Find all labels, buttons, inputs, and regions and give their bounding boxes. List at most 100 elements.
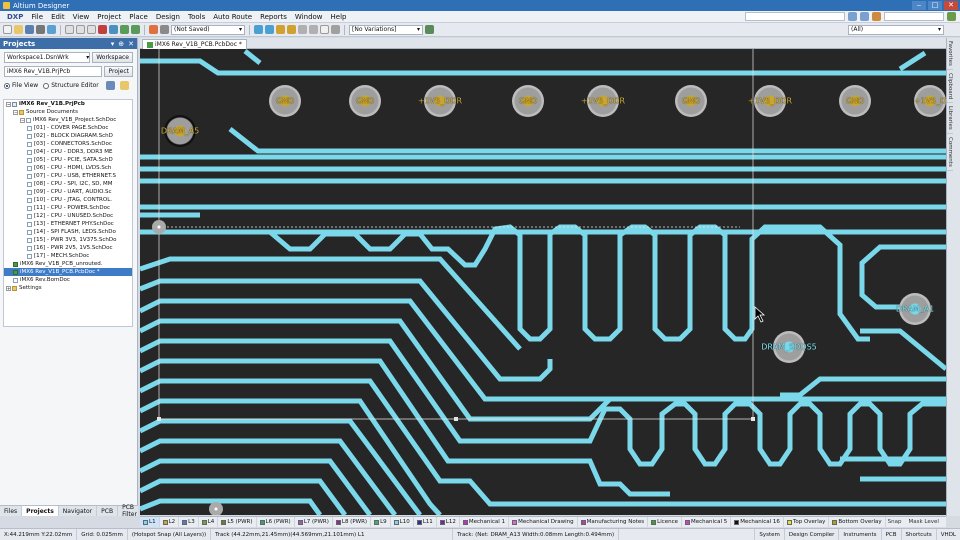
new-document-icon[interactable] (3, 25, 12, 34)
selection-handle[interactable] (157, 417, 161, 421)
diff-pair-icon[interactable] (265, 25, 274, 34)
cross-probe-icon[interactable] (149, 25, 158, 34)
expand-icon[interactable]: + (6, 285, 11, 291)
tree-item[interactable]: iMX6 Rev_V1B_PCB_unrouted. (4, 260, 132, 268)
maximize-icon[interactable]: □ (928, 1, 942, 10)
document-tab-pcb[interactable]: iMX6 Rev_V1B_PCB.PcbDoc * (142, 39, 247, 49)
snap-button[interactable]: Snap (886, 519, 904, 525)
side-tab-comments[interactable]: Comments (947, 134, 953, 171)
layer-tab-l10[interactable]: L10 (391, 517, 414, 527)
tree-item[interactable]: − Source Documents (4, 108, 132, 116)
selection-handle[interactable] (454, 417, 458, 421)
side-tab-libraries[interactable]: Libraries (947, 103, 953, 134)
selection-handle[interactable] (751, 417, 755, 421)
panel-folder-icon[interactable] (119, 81, 129, 90)
status-panel-pcb[interactable]: PCB (880, 529, 901, 540)
collapse-icon[interactable]: − (6, 101, 11, 107)
tree-item[interactable]: − iMX6 Rev_V1B_Project.SchDoc (4, 116, 132, 124)
menu-place[interactable]: Place (125, 13, 152, 21)
layer-tab-l1[interactable]: L1 (140, 517, 160, 527)
mask-level-button[interactable]: Mask Level (907, 519, 941, 525)
panel-tab-projects[interactable]: Projects (22, 506, 59, 516)
file-view-radio[interactable]: File View (4, 82, 38, 89)
tree-item[interactable]: [06] - CPU - HDMI, LVDS.Sch (4, 164, 132, 172)
panel-tab-pcb-filter[interactable]: PCB Filter (118, 504, 142, 518)
undo-icon[interactable] (120, 25, 129, 34)
tree-item[interactable]: [10] - CPU - JTAG, CONTROL. (4, 196, 132, 204)
tree-item[interactable]: iMX6 Rev.BomDoc (4, 276, 132, 284)
open-icon[interactable] (14, 25, 23, 34)
layer-tab-l11[interactable]: L11 (414, 517, 437, 527)
status-panel-shortcuts[interactable]: Shortcuts (900, 529, 936, 540)
save-icon[interactable] (25, 25, 34, 34)
tree-item[interactable]: [13] - ETHERNET PHY.SchDoc (4, 220, 132, 228)
cut-icon[interactable] (65, 25, 74, 34)
layer-tab-mechanical-1[interactable]: Mechanical 1 (460, 517, 510, 527)
status-panel-instruments[interactable]: Instruments (838, 529, 880, 540)
layer-tab-bottom-overlay[interactable]: Bottom Overlay (829, 517, 886, 527)
via-icon[interactable] (276, 25, 285, 34)
layer-tab-mechanical-16[interactable]: Mechanical 16 (731, 517, 784, 527)
tree-item[interactable]: [07] - CPU - USB, ETHERNET.S (4, 172, 132, 180)
layer-tab-top-overlay[interactable]: Top Overlay (784, 517, 830, 527)
workspace-field[interactable]: Workspace1.DsnWrk ▾ (4, 52, 91, 63)
string-icon[interactable] (320, 25, 329, 34)
navigate-back-icon[interactable] (848, 12, 857, 21)
layer-tab-l9[interactable]: L9 (371, 517, 391, 527)
menu-dxp[interactable]: DXP (3, 13, 27, 21)
tree-item[interactable]: + Settings (4, 284, 132, 292)
layer-tab-l2[interactable]: L2 (160, 517, 180, 527)
filter-combo[interactable]: (All) ▾ (848, 24, 944, 35)
favorite-icon[interactable] (947, 12, 956, 21)
search-field[interactable] (884, 12, 944, 21)
close-icon[interactable]: ✕ (944, 1, 958, 10)
tree-item[interactable]: [11] - CPU - POWER.SchDoc (4, 204, 132, 212)
menu-project[interactable]: Project (93, 13, 125, 21)
tree-item[interactable]: [04] - CPU - DDR3, DDR3 ME (4, 148, 132, 156)
print-icon[interactable] (36, 25, 45, 34)
panel-tab-navigator[interactable]: Navigator (59, 506, 98, 516)
collapse-icon[interactable]: − (20, 117, 25, 123)
panel-menu-icon[interactable]: ▾ (111, 40, 115, 48)
project-field[interactable]: iMX6 Rev_V1B.PrjPcb (4, 66, 103, 77)
via[interactable] (152, 220, 166, 234)
compile-icon[interactable] (105, 81, 115, 90)
tree-item[interactable]: [03] - CONNECTORS.SchDoc (4, 140, 132, 148)
clear-button[interactable]: Clear (944, 519, 947, 525)
layer-tab-l5-pwr[interactable]: L5 (PWR) (218, 517, 257, 527)
navigate-forward-icon[interactable] (860, 12, 869, 21)
panel-close-icon[interactable]: ✕ (128, 40, 134, 48)
tree-item[interactable]: iMX6 Rev_V1B_PCB.PcbDoc * (4, 268, 132, 276)
side-tab-favorites[interactable]: Favorites (947, 38, 953, 70)
tree-item[interactable]: [17] - MECH.SchDoc (4, 252, 132, 260)
tree-item[interactable]: [16] - PWR 2V5, 1V5.SchDoc (4, 244, 132, 252)
menu-file[interactable]: File (27, 13, 47, 21)
variant-icon[interactable] (425, 25, 434, 34)
panel-tab-pcb[interactable]: PCB (97, 506, 119, 516)
pin-icon[interactable]: ⊕ (118, 40, 124, 48)
select-icon[interactable] (98, 25, 107, 34)
component-icon[interactable] (331, 25, 340, 34)
collapse-icon[interactable]: − (13, 109, 18, 115)
tree-item[interactable]: [15] - PWR 3V3, 1V375.SchDo (4, 236, 132, 244)
layer-tab-licence[interactable]: Licence (648, 517, 683, 527)
tree-item[interactable]: [05] - CPU - PCIE, SATA.SchD (4, 156, 132, 164)
project-button[interactable]: Project (104, 66, 133, 77)
menu-window[interactable]: Window (291, 13, 327, 21)
tree-item[interactable]: − iMX6 Rev_V1B.PrjPcb (4, 100, 132, 108)
structure-editor-radio[interactable]: Structure Editor (43, 82, 99, 89)
via[interactable] (209, 502, 223, 515)
tree-item[interactable]: [01] - COVER PAGE.SchDoc (4, 124, 132, 132)
status-panel-vhdl[interactable]: VHDL (935, 529, 960, 540)
menu-help[interactable]: Help (327, 13, 351, 21)
menu-tools[interactable]: Tools (184, 13, 209, 21)
tree-item[interactable]: [12] - CPU - UNUSED.SchDoc (4, 212, 132, 220)
layer-tab-l6-pwr[interactable]: L6 (PWR) (257, 517, 295, 527)
variations-combo[interactable]: [No Variations] ▾ (349, 24, 423, 35)
layer-tab-manufacturing-notes[interactable]: Manufacturing Notes (578, 517, 649, 527)
tree-item[interactable]: [09] - CPU - UART, AUDIO.Sc (4, 188, 132, 196)
status-panel-system[interactable]: System (754, 529, 784, 540)
menu-auto-route[interactable]: Auto Route (209, 13, 256, 21)
minimize-icon[interactable]: ‒ (912, 1, 926, 10)
panel-tab-files[interactable]: Files (0, 506, 23, 516)
